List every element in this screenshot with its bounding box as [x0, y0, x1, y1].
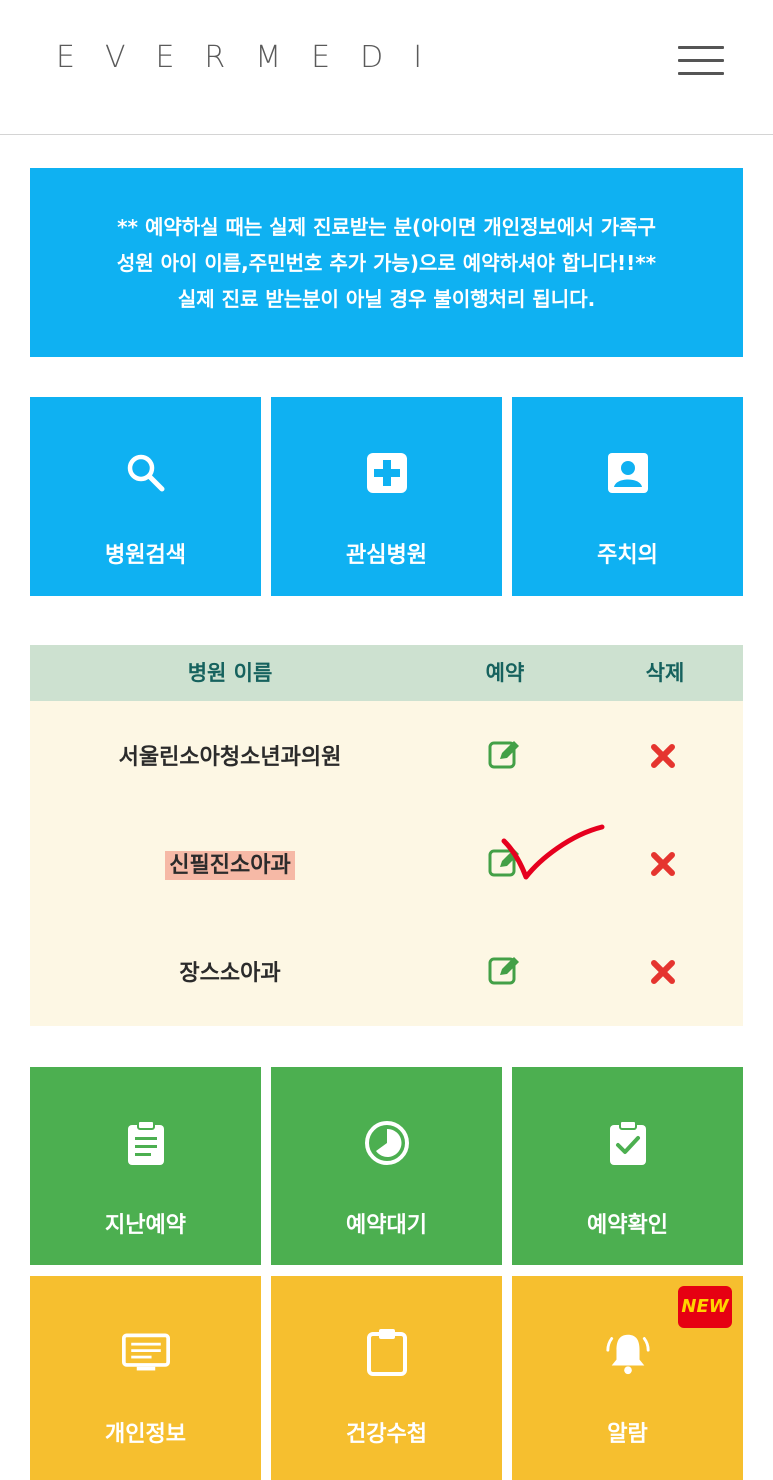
- primary-doctor-tile[interactable]: 주치의: [512, 397, 743, 596]
- clock-icon: [363, 1119, 411, 1167]
- notice-line-1: ** 예약하실 때는 실제 진료받는 분(아이면 개인정보에서 가족구: [117, 214, 656, 239]
- hospital-name[interactable]: 서울린소아청소년과의원: [115, 743, 346, 772]
- edit-reserve-icon[interactable]: [488, 955, 522, 985]
- plus-square-icon: [363, 449, 411, 497]
- new-badge: NEW: [678, 1286, 732, 1328]
- notice-line-3: 실제 진료 받는분이 아닐 경우 불이행처리 됩니다.: [177, 286, 596, 311]
- hospital-table-body: 서울린소아청소년과의원 신필진소아과 장스소아과: [30, 701, 743, 1026]
- app-logo[interactable]: EVERMEDI: [56, 40, 452, 75]
- app-header: EVERMEDI: [0, 0, 773, 135]
- tile-label: 개인정보: [105, 1422, 186, 1447]
- clipboard-icon: [363, 1328, 411, 1376]
- tile-label: 주치의: [597, 543, 658, 568]
- notice-line-2: 성원 아이 이름,주민번호 추가 가능)으로 예약하셔야 합니다!!**: [116, 250, 657, 275]
- search-icon: [122, 449, 170, 497]
- person-card-icon: [604, 449, 652, 497]
- health-notebook-tile[interactable]: 건강수첩: [271, 1276, 502, 1480]
- red-checkmark-annotation: [501, 824, 605, 880]
- hospital-search-tile[interactable]: 병원검색: [30, 397, 261, 596]
- edit-reserve-icon[interactable]: [488, 739, 522, 769]
- tile-label: 건강수첩: [346, 1422, 427, 1447]
- reservation-confirm-tile[interactable]: 예약확인: [512, 1067, 743, 1265]
- clipboard-list-icon: [122, 1119, 170, 1167]
- hospital-table-header: 병원 이름 예약 삭제: [30, 645, 743, 701]
- column-header-name: 병원 이름: [187, 661, 273, 685]
- column-header-reserve: 예약: [485, 661, 525, 685]
- clipboard-check-icon: [604, 1119, 652, 1167]
- favorite-hospitals-tile[interactable]: 관심병원: [271, 397, 502, 596]
- id-card-icon: [121, 1328, 170, 1376]
- personal-info-tile[interactable]: 개인정보: [30, 1276, 261, 1480]
- delete-x-icon[interactable]: [650, 743, 676, 769]
- column-header-delete: 삭제: [645, 661, 685, 685]
- reservation-notice-banner: ** 예약하실 때는 실제 진료받는 분(아이면 개인정보에서 가족구 성원 아…: [30, 168, 743, 357]
- tile-label: 관심병원: [346, 543, 427, 568]
- table-row: 서울린소아청소년과의원: [30, 701, 743, 809]
- tile-label: 병원검색: [105, 543, 186, 568]
- hospital-name[interactable]: 신필진소아과: [165, 851, 295, 880]
- hamburger-menu-icon[interactable]: [678, 46, 724, 76]
- tile-label: 예약확인: [587, 1213, 668, 1238]
- tile-label: 지난예약: [105, 1213, 186, 1238]
- tile-label: 알람: [607, 1422, 648, 1447]
- past-reservations-tile[interactable]: 지난예약: [30, 1067, 261, 1265]
- bell-icon: [604, 1328, 652, 1376]
- tile-label: 예약대기: [346, 1213, 427, 1238]
- reservation-waiting-tile[interactable]: 예약대기: [271, 1067, 502, 1265]
- delete-x-icon[interactable]: [650, 959, 676, 985]
- table-row: 신필진소아과: [30, 809, 743, 917]
- hospital-name[interactable]: 장스소아과: [175, 959, 284, 988]
- table-row: 장스소아과: [30, 917, 743, 1025]
- delete-x-icon[interactable]: [650, 851, 676, 877]
